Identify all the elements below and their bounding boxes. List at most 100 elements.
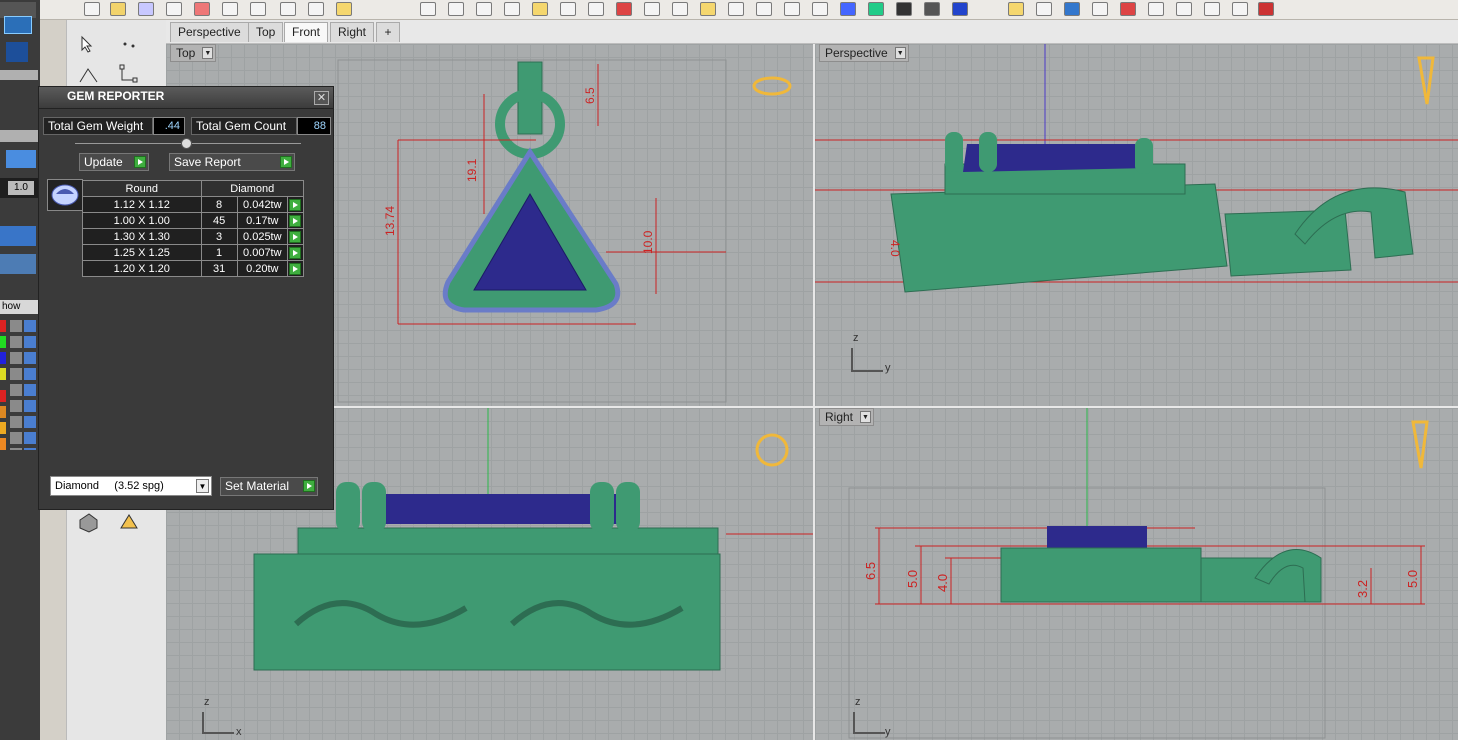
layer-color-swatch[interactable]	[0, 390, 6, 402]
solid-icon[interactable]	[77, 510, 101, 534]
render-icon[interactable]	[840, 2, 856, 16]
tab-top[interactable]: Top	[248, 22, 284, 42]
layer-color-swatch[interactable]	[0, 336, 6, 348]
set-material-button[interactable]: Set Material	[220, 477, 318, 496]
play-arrow-icon[interactable]	[289, 262, 302, 275]
close-icon[interactable]: ✕	[314, 91, 329, 105]
row-select-cell[interactable]	[286, 244, 305, 261]
properties-icon[interactable]	[812, 2, 828, 16]
play-arrow-icon[interactable]	[289, 230, 302, 243]
table-row[interactable]: 1.12 X 1.12 8 0.042tw	[82, 196, 305, 213]
slider-handle[interactable]	[181, 138, 192, 149]
grid-icon[interactable]	[588, 2, 604, 16]
help-icon[interactable]	[1064, 2, 1080, 16]
options-icon[interactable]	[1036, 2, 1052, 16]
axis-z-line	[853, 712, 855, 734]
layer-color-swatch[interactable]	[0, 422, 6, 434]
layer-color-swatch[interactable]	[0, 438, 6, 450]
viewport-right[interactable]: Right ▼ 6.5 5.0 4.0 3.2 5.0 z y	[815, 408, 1458, 740]
paint-bucket-icon[interactable]	[117, 510, 141, 534]
viewport-splitter-vertical[interactable]	[813, 44, 815, 740]
pan-icon[interactable]	[420, 2, 436, 16]
plugin5-icon[interactable]	[1204, 2, 1220, 16]
save-as-icon[interactable]	[166, 2, 182, 16]
polyline-icon[interactable]	[77, 64, 101, 86]
light-icon[interactable]	[700, 2, 716, 16]
rotate-view-icon[interactable]	[560, 2, 576, 16]
tab-perspective[interactable]: Perspective	[170, 22, 249, 42]
tool-icon-a[interactable]	[0, 226, 36, 246]
layer-color-swatch[interactable]	[0, 368, 6, 380]
table-row[interactable]: 1.25 X 1.25 1 0.007tw	[82, 244, 305, 261]
plugin6-icon[interactable]	[1232, 2, 1248, 16]
value-field[interactable]: 1.0	[8, 181, 34, 195]
tab-right[interactable]: Right	[330, 22, 375, 42]
zoom-selected-icon[interactable]	[532, 2, 548, 16]
point-icon[interactable]	[119, 34, 139, 54]
plugin7-icon[interactable]	[1258, 2, 1274, 16]
viewport-perspective[interactable]: Perspective ▼ 4.0 z y	[815, 44, 1458, 406]
plugin3-icon[interactable]	[1148, 2, 1164, 16]
zoom-extents-icon[interactable]	[504, 2, 520, 16]
plugin2-icon[interactable]	[1120, 2, 1136, 16]
tool-icon-b[interactable]	[0, 254, 36, 274]
curve-points-icon[interactable]	[117, 62, 141, 86]
lamp-icon[interactable]	[728, 2, 744, 16]
gem-shape-thumbnail[interactable]	[47, 179, 83, 211]
sphere-icon[interactable]	[896, 2, 912, 16]
network-icon[interactable]	[4, 16, 32, 34]
sphere-render-icon[interactable]	[952, 2, 968, 16]
gem-size-cell: 1.20 X 1.20	[82, 260, 202, 277]
plugin-icon[interactable]	[1092, 2, 1108, 16]
sphere-shaded-icon[interactable]	[924, 2, 940, 16]
move-icon[interactable]	[784, 2, 800, 16]
color-wheel-icon[interactable]	[868, 2, 884, 16]
value-field-container: 1.0	[0, 178, 38, 198]
row-select-cell[interactable]	[286, 212, 305, 229]
gallery-body	[1000, 547, 1202, 603]
print-icon[interactable]	[194, 2, 210, 16]
play-arrow-icon[interactable]	[289, 198, 302, 211]
layer-material-icons[interactable]	[24, 320, 36, 450]
play-arrow-icon[interactable]	[289, 246, 302, 259]
row-select-cell[interactable]	[286, 228, 305, 245]
open-file-icon[interactable]	[110, 2, 126, 16]
play-arrow-icon[interactable]	[289, 214, 302, 227]
new-file-icon[interactable]	[84, 2, 100, 16]
viewport-splitter-horizontal[interactable]	[166, 406, 1458, 408]
paste-icon[interactable]	[308, 2, 324, 16]
table-row[interactable]: 1.00 X 1.00 45 0.17tw	[82, 212, 305, 229]
add-tab-icon[interactable]: +	[376, 22, 400, 42]
row-select-cell[interactable]	[286, 260, 305, 277]
save-report-button[interactable]: Save Report	[169, 153, 295, 171]
material-select[interactable]: Diamond (3.52 spg) ▼	[50, 476, 212, 496]
cut-icon[interactable]	[280, 2, 296, 16]
undo-icon[interactable]	[336, 2, 352, 16]
car-icon[interactable]	[616, 2, 632, 16]
table-row[interactable]: 1.30 X 1.30 3 0.025tw	[82, 228, 305, 245]
export-icon[interactable]	[222, 2, 238, 16]
layer-icon[interactable]	[644, 2, 660, 16]
dock-bar	[0, 70, 38, 80]
settings-icon[interactable]	[1008, 2, 1024, 16]
chevron-down-icon[interactable]: ▼	[196, 479, 209, 493]
zoom-icon[interactable]	[448, 2, 464, 16]
select-arrow-icon[interactable]	[77, 34, 97, 54]
plugin4-icon[interactable]	[1176, 2, 1192, 16]
refresh-icon[interactable]	[672, 2, 688, 16]
tab-front[interactable]: Front	[284, 22, 329, 42]
layer-color-swatch[interactable]	[0, 352, 6, 364]
table-row[interactable]: 1.20 X 1.20 31 0.20tw	[82, 260, 305, 277]
save-file-icon[interactable]	[138, 2, 154, 16]
select-icon[interactable]	[6, 42, 28, 62]
copy-icon[interactable]	[250, 2, 266, 16]
layer-color-swatch[interactable]	[0, 406, 6, 418]
zoom-window-icon[interactable]	[476, 2, 492, 16]
layer-color-swatch[interactable]	[0, 320, 6, 332]
lamp2-icon[interactable]	[756, 2, 772, 16]
update-button[interactable]: Update	[79, 153, 149, 171]
layer-lock-icons[interactable]	[10, 320, 22, 450]
row-select-cell[interactable]	[286, 196, 305, 213]
active-tool-button[interactable]	[6, 150, 36, 168]
dim-label: 10.0	[641, 230, 655, 254]
